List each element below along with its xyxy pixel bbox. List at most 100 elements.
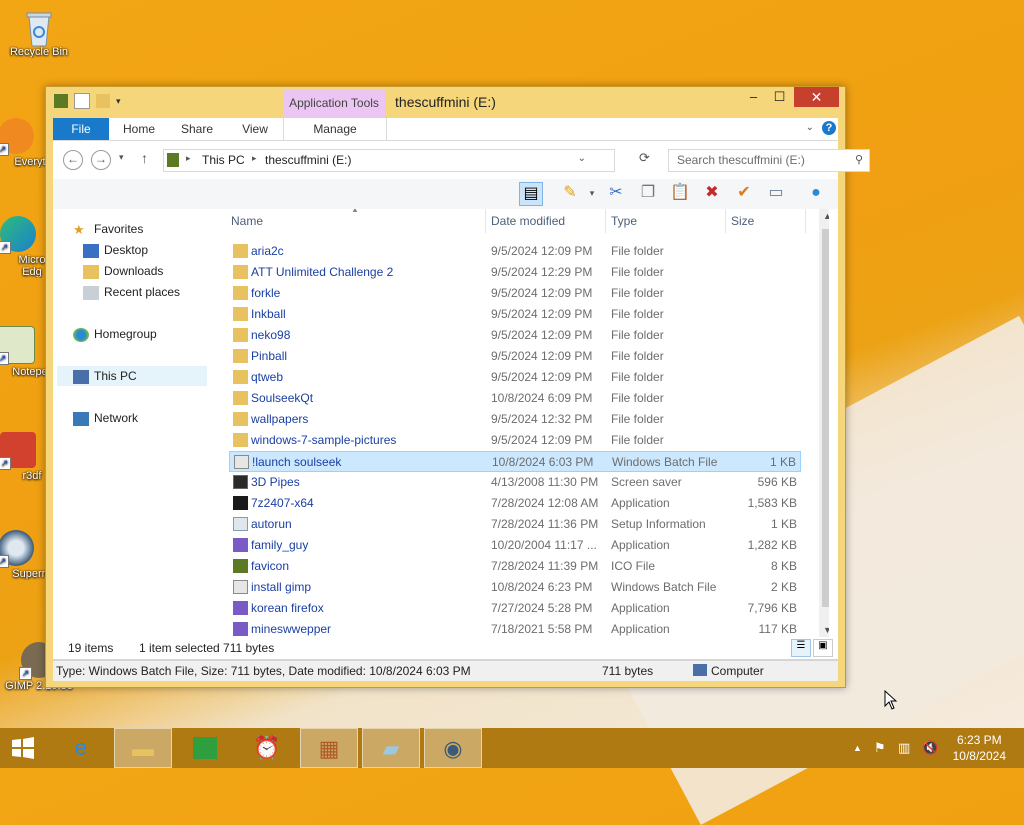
back-button[interactable]: ←: [63, 150, 83, 170]
sort-ascending-icon: ▲: [351, 209, 359, 214]
file-row[interactable]: Pinball 9/5/2024 12:09 PM File folder: [229, 346, 801, 367]
alarm-clock-icon[interactable]: ⏰: [238, 728, 296, 768]
file-row[interactable]: Inkball 9/5/2024 12:09 PM File folder: [229, 304, 801, 325]
up-button[interactable]: ↑: [141, 150, 148, 166]
desktop-icon-recycle-bin[interactable]: Recycle Bin: [1, 8, 77, 58]
preview-pane-icon[interactable]: ▤: [519, 182, 543, 206]
recent-locations-dropdown[interactable]: ▾: [119, 152, 124, 163]
large-icons-view-button[interactable]: ▣: [813, 639, 833, 657]
file-size: 596 KB: [757, 475, 797, 489]
scrollbar-thumb[interactable]: [822, 229, 829, 607]
minimize-button[interactable]: –: [740, 87, 767, 107]
column-header-size[interactable]: Size: [731, 214, 754, 228]
nav-recent-places[interactable]: Recent places: [83, 282, 180, 302]
breadcrumb-drive[interactable]: thescuffmini (E:): [265, 153, 351, 167]
file-row[interactable]: windows-7-sample-pictures 9/5/2024 12:09 …: [229, 430, 801, 451]
file-row[interactable]: favicon 7/28/2024 11:39 PM ICO File 8 KB: [229, 556, 801, 577]
select-all-icon[interactable]: ▭: [765, 182, 787, 204]
column-divider[interactable]: [725, 209, 726, 233]
file-date: 7/27/2024 5:28 PM: [491, 601, 593, 615]
item-count: 19 items: [68, 641, 114, 655]
file-icon: [233, 496, 248, 510]
file-name: ATT Unlimited Challenge 2: [251, 265, 394, 279]
nav-favorites[interactable]: ★ Favorites: [73, 219, 143, 239]
file-row[interactable]: forkle 9/5/2024 12:09 PM File folder: [229, 283, 801, 304]
file-row[interactable]: 7z2407-x64 7/28/2024 12:08 AM Application 1…: [229, 493, 801, 514]
scroll-down-arrow[interactable]: ▼: [819, 625, 829, 635]
help-icon[interactable]: ?: [822, 121, 836, 135]
nav-homegroup[interactable]: Homegroup: [73, 324, 157, 344]
address-dropdown-icon[interactable]: ⌄: [578, 153, 586, 164]
file-date: 9/5/2024 12:09 PM: [491, 349, 593, 363]
breadcrumb-this-pc[interactable]: This PC: [202, 153, 245, 167]
file-row[interactable]: !launch soulseek 10/8/2024 6:03 PM Windows…: [229, 451, 801, 472]
copy-icon[interactable]: ❐: [637, 182, 659, 204]
file-row[interactable]: korean firefox 7/27/2024 5:28 PM Applicati…: [229, 598, 801, 619]
rename-icon[interactable]: ✔: [733, 182, 755, 204]
nav-downloads[interactable]: Downloads: [83, 261, 163, 281]
tab-home[interactable]: Home: [119, 118, 159, 140]
file-date: 9/5/2024 12:09 PM: [491, 286, 593, 300]
search-input[interactable]: Search thescuffmini (E:) ⚲: [668, 149, 870, 172]
ribbon-tabs: File Home Share View Manage ⌄ ?: [53, 118, 838, 141]
file-name: neko98: [251, 328, 291, 342]
delete-icon[interactable]: ✖: [701, 182, 723, 204]
chat-icon[interactable]: ●: [805, 182, 827, 204]
vertical-scrollbar[interactable]: ▲ ▼: [819, 209, 829, 637]
column-header-name[interactable]: Name: [231, 214, 263, 228]
show-hidden-icons[interactable]: ▲: [853, 728, 862, 768]
file-row[interactable]: neko98 9/5/2024 12:09 PM File folder: [229, 325, 801, 346]
close-button[interactable]: ✕: [794, 87, 839, 107]
clock[interactable]: 6:23 PM 10/8/2024: [953, 732, 1006, 764]
file-explorer-icon[interactable]: ▬: [114, 728, 172, 768]
tab-file[interactable]: File: [53, 118, 109, 140]
forward-button[interactable]: →: [91, 150, 111, 170]
folder-icon: [233, 370, 248, 384]
tab-view[interactable]: View: [237, 118, 273, 140]
properties-icon[interactable]: ✎: [559, 182, 581, 204]
file-row[interactable]: 3D Pipes 4/13/2008 11:30 PM Screen saver 59…: [229, 472, 801, 493]
start-button[interactable]: [0, 728, 46, 768]
nav-desktop[interactable]: Desktop: [83, 240, 148, 260]
refresh-icon[interactable]: ⟳: [639, 150, 650, 166]
maximize-button[interactable]: ☐: [766, 87, 793, 107]
nav-network[interactable]: Network: [73, 408, 138, 428]
volume-muted-icon[interactable]: 🔇: [922, 728, 938, 768]
file-row[interactable]: SoulseekQt 10/8/2024 6:09 PM File folder: [229, 388, 801, 409]
cut-icon[interactable]: ✂: [605, 182, 627, 204]
minecraft-icon[interactable]: ▦: [300, 728, 358, 768]
tab-manage[interactable]: Manage: [283, 118, 387, 140]
expand-ribbon-icon[interactable]: ⌄: [806, 122, 814, 133]
column-divider[interactable]: [605, 209, 606, 233]
internet-explorer-icon[interactable]: e: [52, 728, 110, 768]
store-icon[interactable]: [176, 728, 234, 768]
column-header-row: ▲ Name Date modified Type Size: [229, 209, 809, 233]
network-tray-icon[interactable]: ▥: [898, 728, 910, 768]
properties-dropdown-icon[interactable]: ▾: [581, 182, 603, 204]
file-row[interactable]: aria2c 9/5/2024 12:09 PM File folder: [229, 241, 801, 262]
file-row[interactable]: mineswwepper 7/18/2021 5:58 PM Application…: [229, 619, 801, 637]
column-header-date[interactable]: Date modified: [491, 214, 565, 228]
window-title: thescuffmini (E:): [395, 94, 496, 110]
column-divider[interactable]: [805, 209, 806, 233]
file-size: 1,282 KB: [747, 538, 797, 552]
details-view-button[interactable]: ☰: [791, 639, 811, 657]
nav-this-pc[interactable]: This PC: [57, 366, 207, 386]
tab-share[interactable]: Share: [177, 118, 217, 140]
column-header-type[interactable]: Type: [611, 214, 637, 228]
scroll-up-arrow[interactable]: ▲: [819, 211, 829, 221]
file-size: 2 KB: [770, 580, 797, 594]
address-bar[interactable]: ▸ This PC ▸ thescuffmini (E:) ⌄: [163, 149, 615, 172]
file-row[interactable]: ATT Unlimited Challenge 2 9/5/2024 12:29 …: [229, 262, 801, 283]
paste-icon[interactable]: 📋: [669, 182, 691, 204]
action-center-icon[interactable]: ⚑: [874, 728, 886, 768]
file-row[interactable]: wallpapers 9/5/2024 12:32 PM File folder: [229, 409, 801, 430]
file-row[interactable]: install gimp 10/8/2024 6:23 PM Windows Bat…: [229, 577, 801, 598]
supermium-taskbar-icon[interactable]: ◉: [424, 728, 482, 768]
file-row[interactable]: family_guy 10/20/2004 11:17 ... Applicatio…: [229, 535, 801, 556]
column-divider[interactable]: [485, 209, 486, 233]
notepad-taskbar-icon[interactable]: ▰: [362, 728, 420, 768]
title-bar[interactable]: ▾ Application Tools thescuffmini (E:) – …: [46, 87, 845, 117]
file-row[interactable]: autorun 7/28/2024 11:36 PM Setup Informati…: [229, 514, 801, 535]
file-row[interactable]: qtweb 9/5/2024 12:09 PM File folder: [229, 367, 801, 388]
